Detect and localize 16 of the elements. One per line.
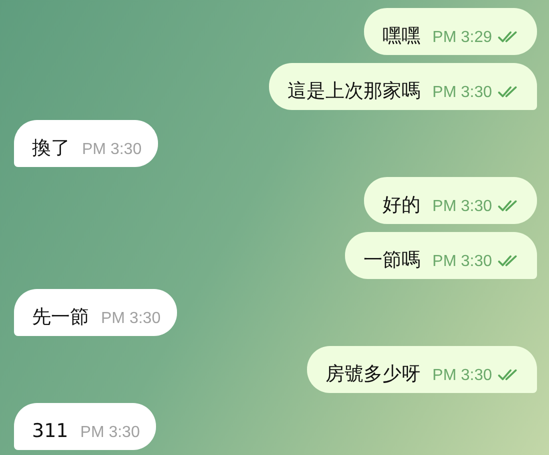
message-time: PM 3:30	[432, 366, 492, 384]
message-time: PM 3:30	[80, 423, 140, 441]
message-text: 311	[32, 419, 68, 441]
message-text: 嘿嘿	[382, 24, 420, 46]
message-time: PM 3:30	[101, 309, 161, 327]
message-text: 一節嗎	[363, 248, 420, 270]
message-time: PM 3:30	[432, 252, 492, 270]
message-text: 換了	[32, 136, 70, 158]
message-text: 房號多少呀	[325, 362, 420, 384]
message-time: PM 3:30	[432, 83, 492, 101]
message-text: 好的	[382, 193, 420, 215]
message-time: PM 3:29	[432, 28, 492, 46]
message-time: PM 3:30	[432, 197, 492, 215]
message-text: 先一節	[32, 305, 89, 327]
message-text: 這是上次那家嗎	[287, 79, 420, 101]
message-time: PM 3:30	[82, 140, 142, 158]
